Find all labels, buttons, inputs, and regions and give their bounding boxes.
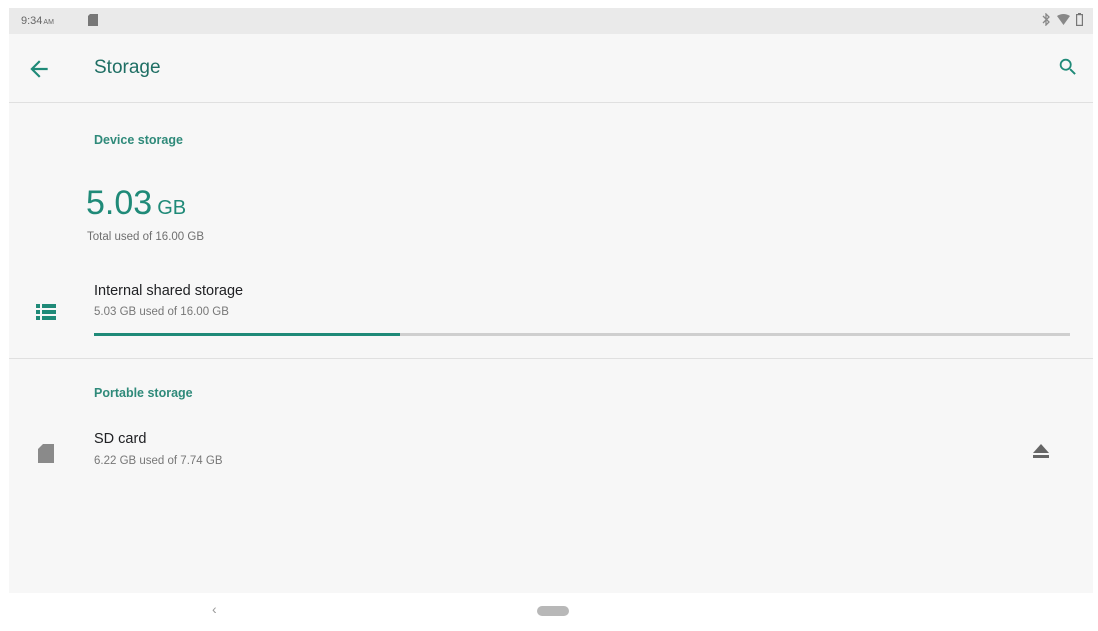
status-icons: [1042, 12, 1084, 29]
divider: [9, 358, 1093, 359]
nav-back-button[interactable]: ‹: [212, 601, 217, 617]
search-button[interactable]: [1057, 56, 1081, 80]
arrow-left-icon: [30, 60, 48, 78]
search-icon: [1059, 58, 1076, 75]
home-pill-icon[interactable]: [537, 606, 569, 616]
progress-fill: [94, 333, 401, 336]
section-header-device-storage: Device storage: [94, 133, 183, 147]
storage-list-icon: [36, 304, 56, 325]
used-unit: GB: [157, 197, 187, 219]
sd-card-subtitle: 6.22 GB used of 7.74 GB: [94, 455, 223, 467]
eject-button[interactable]: [1033, 444, 1049, 463]
sd-card-icon: [88, 14, 98, 29]
wifi-icon: [1057, 14, 1070, 28]
internal-storage-progress: [94, 333, 1070, 336]
total-used-label: Total used of 16.00 GB: [87, 231, 204, 243]
screen: 9:34AM Storage Device storage 5.03 GB To…: [9, 8, 1093, 593]
sd-card-icon: [38, 444, 54, 468]
internal-storage-subtitle: 5.03 GB used of 16.00 GB: [94, 306, 229, 318]
section-header-portable-storage: Portable storage: [94, 386, 193, 400]
internal-storage-title: Internal shared storage: [94, 283, 244, 299]
bluetooth-icon: [1042, 12, 1051, 29]
time-text: 9:34: [21, 15, 43, 27]
status-bar: 9:34AM: [9, 8, 1093, 34]
sd-card-item[interactable]: [9, 422, 1093, 482]
app-bar: Storage: [9, 34, 1093, 103]
eject-icon: [1033, 444, 1049, 458]
used-value: 5.03: [86, 184, 153, 222]
battery-icon: [1076, 13, 1084, 29]
status-time: 9:34AM: [21, 15, 54, 27]
time-ampm: AM: [43, 19, 54, 26]
sd-card-title: SD card: [94, 431, 147, 447]
storage-summary: 5.03 GB: [86, 184, 186, 223]
navigation-bar: ‹: [0, 593, 1098, 631]
page-title: Storage: [94, 57, 161, 78]
back-button[interactable]: [26, 56, 52, 82]
